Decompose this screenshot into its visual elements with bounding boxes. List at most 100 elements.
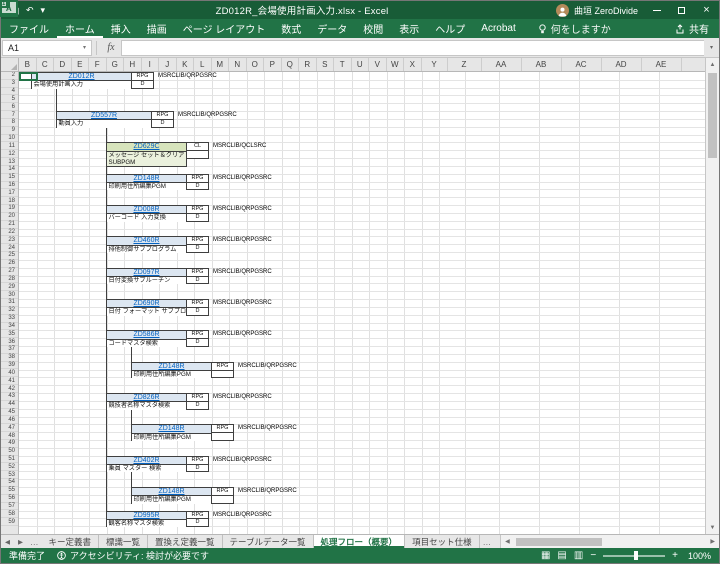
column-header-C[interactable]: C: [37, 58, 55, 71]
qat-customize-icon[interactable]: ▾: [41, 6, 46, 15]
accessibility-status[interactable]: アクセシビリティ: 検討が必要です: [57, 549, 209, 562]
row-header-58[interactable]: 58: [1, 510, 18, 518]
program-link-ZD148R[interactable]: ZD148R: [158, 425, 184, 432]
row-header-28[interactable]: 28: [1, 276, 18, 284]
column-header-AC[interactable]: AC: [562, 58, 602, 71]
row-header-36[interactable]: 36: [1, 338, 18, 346]
row-header-8[interactable]: 8: [1, 119, 18, 127]
row-header-2[interactable]: 2: [1, 72, 18, 80]
column-header-AD[interactable]: AD: [602, 58, 642, 71]
row-header-48[interactable]: 48: [1, 432, 18, 440]
row-header-22[interactable]: 22: [1, 229, 18, 237]
program-link-ZD690R[interactable]: ZD690R: [133, 300, 159, 307]
column-header-Z[interactable]: Z: [448, 58, 482, 71]
row-header-49[interactable]: 49: [1, 440, 18, 448]
column-header-J[interactable]: J: [159, 58, 177, 71]
zoom-level[interactable]: 100%: [685, 551, 711, 561]
row-header-26[interactable]: 26: [1, 260, 18, 268]
row-header-45[interactable]: 45: [1, 409, 18, 417]
formula-bar-expand-icon[interactable]: ▾: [704, 44, 719, 51]
column-header-B[interactable]: B: [19, 58, 37, 71]
column-header-E[interactable]: E: [72, 58, 90, 71]
program-link-ZD460R[interactable]: ZD460R: [133, 237, 159, 244]
row-header-20[interactable]: 20: [1, 213, 18, 221]
select-all-button[interactable]: [1, 58, 19, 71]
row-header-6[interactable]: 6: [1, 103, 18, 111]
ribbon-tab-描画[interactable]: 描画: [139, 19, 175, 38]
row-header-3[interactable]: 3: [1, 80, 18, 88]
ribbon-tab-Acrobat[interactable]: Acrobat: [473, 19, 523, 38]
column-header-Y[interactable]: Y: [422, 58, 448, 71]
column-header-D[interactable]: D: [54, 58, 72, 71]
row-header-35[interactable]: 35: [1, 330, 18, 338]
column-header-G[interactable]: G: [107, 58, 125, 71]
maximize-icon[interactable]: [669, 1, 694, 19]
column-header-Q[interactable]: Q: [282, 58, 300, 71]
column-header-R[interactable]: R: [299, 58, 317, 71]
row-header-29[interactable]: 29: [1, 283, 18, 291]
row-header-17[interactable]: 17: [1, 189, 18, 197]
sheet-overflow-left[interactable]: …: [27, 535, 42, 548]
page-break-view-icon[interactable]: ▥: [574, 551, 583, 561]
scroll-down-icon[interactable]: ▼: [706, 521, 719, 534]
column-header-L[interactable]: L: [194, 58, 212, 71]
vertical-scrollbar[interactable]: ▲ ▼: [705, 58, 719, 534]
sheet-tab-キー定義書[interactable]: キー定義書: [42, 535, 100, 548]
row-header-27[interactable]: 27: [1, 268, 18, 276]
program-link-ZD995R[interactable]: ZD995R: [133, 512, 159, 519]
row-header-31[interactable]: 31: [1, 299, 18, 307]
share-button[interactable]: 共有: [665, 19, 719, 38]
row-header-47[interactable]: 47: [1, 424, 18, 432]
scroll-up-icon[interactable]: ▲: [706, 58, 719, 71]
row-header-42[interactable]: 42: [1, 385, 18, 393]
column-header-V[interactable]: V: [369, 58, 387, 71]
program-link-ZD008R[interactable]: ZD008R: [133, 206, 159, 213]
program-link-ZD402R[interactable]: ZD402R: [133, 457, 159, 464]
zoom-out-icon[interactable]: −: [590, 551, 596, 561]
row-header-34[interactable]: 34: [1, 323, 18, 331]
column-header-T[interactable]: T: [334, 58, 352, 71]
row-header-14[interactable]: 14: [1, 166, 18, 174]
zoom-slider[interactable]: [603, 555, 665, 557]
column-header-AA[interactable]: AA: [482, 58, 522, 71]
row-header-15[interactable]: 15: [1, 174, 18, 182]
column-header-I[interactable]: I: [142, 58, 160, 71]
sheet-nav-right-icon[interactable]: ▶: [14, 535, 27, 548]
sheet-overflow-right[interactable]: …: [480, 535, 495, 548]
column-header-W[interactable]: W: [387, 58, 405, 71]
row-header-43[interactable]: 43: [1, 393, 18, 401]
program-link-ZD557R[interactable]: ZD557R: [91, 112, 117, 119]
normal-view-icon[interactable]: ▦: [541, 551, 550, 561]
row-header-23[interactable]: 23: [1, 236, 18, 244]
ribbon-tab-挿入[interactable]: 挿入: [103, 19, 139, 38]
column-header-M[interactable]: M: [212, 58, 230, 71]
formula-input[interactable]: [121, 40, 704, 56]
zoom-in-icon[interactable]: +: [672, 551, 678, 561]
tell-me-box[interactable]: 何をしますか: [538, 19, 611, 38]
row-header-52[interactable]: 52: [1, 463, 18, 471]
row-header-19[interactable]: 19: [1, 205, 18, 213]
program-link-ZD586R[interactable]: ZD586R: [133, 331, 159, 338]
row-header-9[interactable]: 9: [1, 127, 18, 135]
sheet-tab-テーブルデータ一覧[interactable]: テーブルデータ一覧: [223, 535, 314, 548]
row-header-24[interactable]: 24: [1, 244, 18, 252]
undo-icon[interactable]: ↶: [26, 6, 34, 15]
row-header-55[interactable]: 55: [1, 487, 18, 495]
column-header-N[interactable]: N: [229, 58, 247, 71]
column-header-O[interactable]: O: [247, 58, 265, 71]
row-header-25[interactable]: 25: [1, 252, 18, 260]
page-layout-view-icon[interactable]: ▤: [557, 551, 566, 561]
column-header-K[interactable]: K: [177, 58, 195, 71]
row-header-51[interactable]: 51: [1, 456, 18, 464]
column-header-AE[interactable]: AE: [642, 58, 682, 71]
row-header-10[interactable]: 10: [1, 135, 18, 143]
row-header-41[interactable]: 41: [1, 377, 18, 385]
ribbon-tab-ホーム[interactable]: ホーム: [57, 19, 103, 38]
minimize-icon[interactable]: [644, 1, 669, 19]
row-header-39[interactable]: 39: [1, 362, 18, 370]
program-link-ZD012R[interactable]: ZD012R: [68, 73, 94, 80]
grid-canvas[interactable]: ZD012R会場使用計画入力RPGDMSRCLIB/QRPGSRCZD557R動…: [19, 72, 705, 534]
ribbon-tab-ページ レイアウト[interactable]: ページ レイアウト: [175, 19, 274, 38]
column-header-F[interactable]: F: [89, 58, 107, 71]
row-header-32[interactable]: 32: [1, 307, 18, 315]
